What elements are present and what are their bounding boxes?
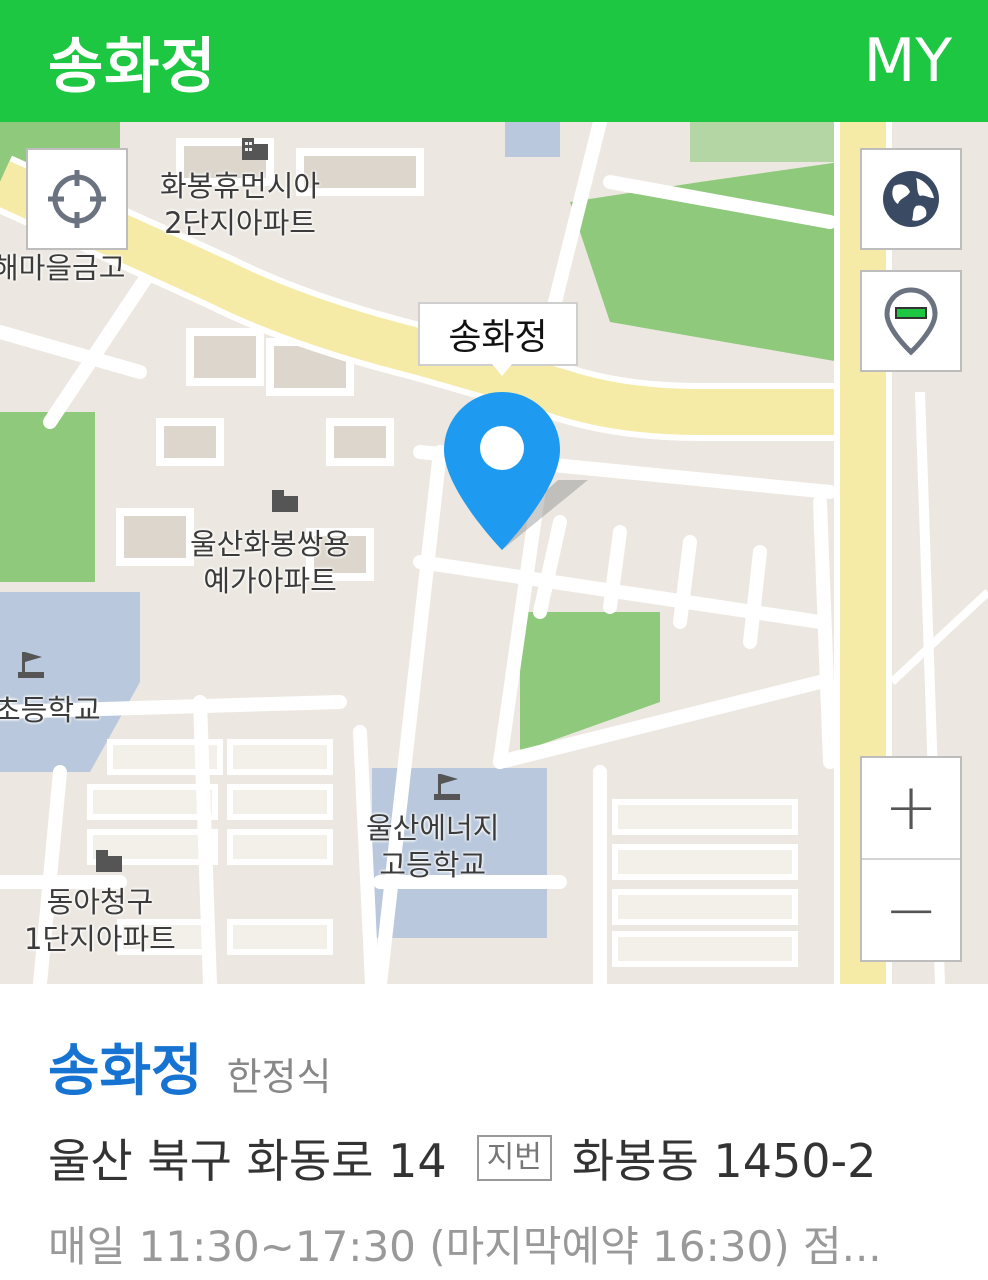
marker-toggle-button[interactable] <box>860 270 962 372</box>
place-info-panel[interactable]: 송화정 한정식 울산 북구 화동로 14 지번 화봉동 1450-2 매일 11… <box>0 984 988 1280</box>
apartment-icon <box>272 490 298 512</box>
map-label-elementary: 초등학교 <box>0 693 101 727</box>
map-label-apt3-line2: 1단지아파트 <box>24 922 176 956</box>
map-label-apt3-line1: 동아청구 <box>46 885 154 919</box>
map-label-apt3: 동아청구 1단지아파트 <box>24 884 176 958</box>
business-hours: 매일 11:30~17:30 (마지막예약 16:30) 점... <box>48 1222 882 1271</box>
zoom-controls: + − <box>860 756 962 962</box>
map-type-button[interactable] <box>860 148 962 250</box>
map-label-apt2-line2: 예가아파트 <box>203 564 337 598</box>
map-label-apt2: 울산화봉쌍용 예가아파트 <box>190 526 350 600</box>
place-title-row: 송화정 한정식 <box>48 1026 940 1107</box>
map-label-apt1-line2: 2단지아파트 <box>164 206 316 240</box>
crosshair-icon <box>48 170 106 228</box>
map-label-apt2-line1: 울산화봉쌍용 <box>190 527 351 561</box>
map-label-apt1: 화봉휴먼시아 2단지아파트 <box>160 168 320 242</box>
road-address: 울산 북구 화동로 14 <box>48 1134 447 1188</box>
app-header: 송화정 MY <box>0 0 988 122</box>
place-address-row: 울산 북구 화동로 14 지번 화봉동 1450-2 <box>48 1125 940 1191</box>
my-button[interactable]: MY <box>864 26 952 96</box>
map-label-highschool-line2: 고등학교 <box>379 848 487 882</box>
zoom-in-button[interactable]: + <box>862 758 960 860</box>
map-view[interactable]: 화봉휴먼시아 2단지아파트 해마을금고 울산화봉쌍용 예가아파트 초등학교 울산… <box>0 122 988 984</box>
map-label-bank: 해마을금고 <box>0 251 126 285</box>
jibun-badge: 지번 <box>476 1135 552 1181</box>
map-label-highschool-line1: 울산에너지 <box>366 811 500 845</box>
zoom-out-button[interactable]: − <box>862 860 960 962</box>
marker-minus-icon <box>884 287 938 356</box>
apartment-icon <box>96 850 122 872</box>
school-flag-icon <box>18 652 44 678</box>
place-callout[interactable]: 송화정 <box>418 302 578 376</box>
globe-icon <box>883 171 939 227</box>
current-location-button[interactable] <box>26 148 128 250</box>
map-label-apt1-line1: 화봉휴먼시아 <box>160 169 321 203</box>
location-pin-icon[interactable] <box>438 390 618 558</box>
apartment-icon <box>242 138 268 160</box>
jibun-address: 화봉동 1450-2 <box>571 1134 877 1188</box>
school-flag-icon <box>434 774 460 800</box>
page-title: 송화정 <box>48 31 217 102</box>
map-label-highschool: 울산에너지 고등학교 <box>366 810 499 884</box>
place-name[interactable]: 송화정 <box>48 1026 203 1107</box>
place-category: 한정식 <box>226 1055 332 1099</box>
